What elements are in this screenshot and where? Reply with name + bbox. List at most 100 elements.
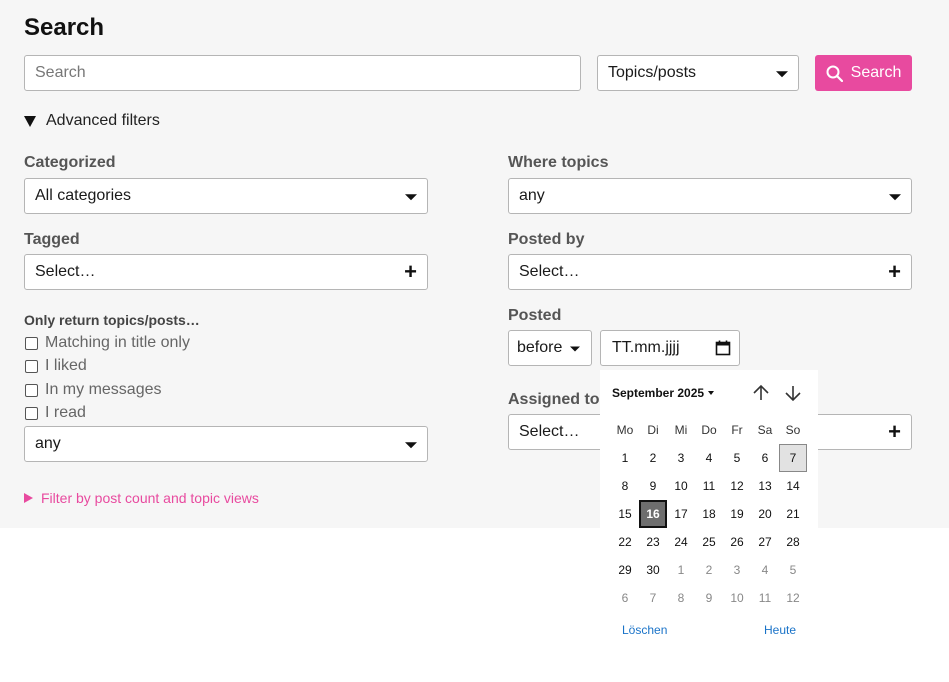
calendar-day[interactable]: 19 xyxy=(723,500,751,528)
posted-by-select[interactable]: Select… + xyxy=(508,254,912,290)
checkbox-label: I read xyxy=(45,404,86,421)
checkbox-box[interactable] xyxy=(25,383,38,397)
weekday-header: Do xyxy=(701,423,717,437)
where-topics-label: Where topics xyxy=(508,154,609,171)
calendar-day[interactable]: 22 xyxy=(611,528,639,556)
calendar-day[interactable]: 6 xyxy=(611,584,639,612)
search-icon xyxy=(826,65,843,82)
weekday-header: Mo xyxy=(616,423,634,437)
filter-post-count-link[interactable]: Filter by post count and topic views xyxy=(24,490,259,506)
calendar-day[interactable]: 21 xyxy=(779,500,807,528)
checkbox-liked[interactable]: I liked xyxy=(25,357,87,375)
date-placeholder: TT.mm.jjjj xyxy=(612,339,680,356)
checkbox-title-only[interactable]: Matching in title only xyxy=(25,334,190,352)
arrow-down-icon[interactable] xyxy=(783,383,803,403)
calendar-day[interactable]: 25 xyxy=(695,528,723,556)
calendar-day[interactable]: 24 xyxy=(667,528,695,556)
calendar-day[interactable]: 11 xyxy=(751,584,779,612)
search-button[interactable]: Search xyxy=(815,55,912,91)
chevron-down-icon xyxy=(708,391,715,395)
search-placeholder: Search xyxy=(35,64,86,81)
calendar-day[interactable]: 4 xyxy=(751,556,779,584)
tagged-label: Tagged xyxy=(24,231,80,248)
calendar-grid: Mo Di Mi Do Fr Sa So 1 2 3 4 5 6 7 8 9 10 11 12 13 14 15 16 17 1… xyxy=(611,416,807,612)
calendar-day[interactable]: 15 xyxy=(611,500,639,528)
month-year-selector[interactable]: September 2025 xyxy=(612,386,715,400)
plus-icon: + xyxy=(888,419,901,444)
calendar-day[interactable]: 5 xyxy=(779,556,807,584)
checkbox-read[interactable]: I read xyxy=(25,404,86,422)
weekday-header: Sa xyxy=(757,423,773,437)
search-input[interactable]: Search xyxy=(24,55,581,91)
calendar-day[interactable]: 2 xyxy=(695,556,723,584)
today-button[interactable]: Heute xyxy=(764,623,796,637)
calendar-day[interactable]: 16 xyxy=(639,500,667,528)
tags-select[interactable]: Select… + xyxy=(24,254,428,290)
calendar-day[interactable]: 12 xyxy=(723,472,751,500)
calendar-day[interactable]: 8 xyxy=(667,584,695,612)
search-type-value: Topics/posts xyxy=(608,64,697,81)
calendar-day[interactable]: 27 xyxy=(751,528,779,556)
search-type-select[interactable]: Topics/posts xyxy=(597,55,799,91)
triangle-right-icon xyxy=(24,493,33,503)
calendar-day[interactable]: 18 xyxy=(695,500,723,528)
calendar-day[interactable]: 2 xyxy=(639,444,667,472)
posted-by-value: Select… xyxy=(519,263,580,280)
advanced-filters-toggle[interactable]: Advanced filters xyxy=(24,112,160,130)
weekday-header: Mi xyxy=(674,423,688,437)
calendar-day[interactable]: 23 xyxy=(639,528,667,556)
status-value: any xyxy=(35,435,61,452)
chevron-down-icon xyxy=(889,194,901,201)
calendar-day[interactable]: 7 xyxy=(639,584,667,612)
calendar-day[interactable]: 9 xyxy=(695,584,723,612)
checkbox-box[interactable] xyxy=(25,359,38,373)
calendar-day[interactable]: 20 xyxy=(751,500,779,528)
calendar-day[interactable]: 9 xyxy=(639,472,667,500)
categorized-label: Categorized xyxy=(24,154,116,171)
posted-when-select[interactable]: before xyxy=(508,330,592,366)
calendar-day[interactable]: 8 xyxy=(611,472,639,500)
chevron-down-icon xyxy=(570,346,580,352)
only-return-label: Only return topics/posts… xyxy=(24,312,200,328)
calendar-day[interactable]: 12 xyxy=(779,584,807,612)
month-year-label: September 2025 xyxy=(612,386,705,400)
calendar-day[interactable]: 28 xyxy=(779,528,807,556)
calendar-day[interactable]: 10 xyxy=(723,584,751,612)
calendar-day[interactable]: 3 xyxy=(723,556,751,584)
status-select[interactable]: any xyxy=(24,426,428,462)
calendar-day[interactable]: 5 xyxy=(723,444,751,472)
calendar-day[interactable]: 26 xyxy=(723,528,751,556)
calendar-day[interactable]: 10 xyxy=(667,472,695,500)
calendar-day[interactable]: 13 xyxy=(751,472,779,500)
checkbox-box[interactable] xyxy=(25,336,38,350)
checkbox-box[interactable] xyxy=(25,406,38,420)
filter-link-label: Filter by post count and topic views xyxy=(41,490,259,506)
calendar-day[interactable]: 11 xyxy=(695,472,723,500)
category-select[interactable]: All categories xyxy=(24,178,428,214)
chevron-down-icon xyxy=(405,194,417,201)
where-topics-value: any xyxy=(519,187,545,204)
chevron-down-icon xyxy=(776,71,788,78)
calendar-day[interactable]: 1 xyxy=(611,444,639,472)
posted-by-label: Posted by xyxy=(508,231,585,248)
calendar-day[interactable]: 14 xyxy=(779,472,807,500)
calendar-day[interactable]: 30 xyxy=(639,556,667,584)
calendar-day[interactable]: 4 xyxy=(695,444,723,472)
calendar-day[interactable]: 17 xyxy=(667,500,695,528)
where-topics-select[interactable]: any xyxy=(508,178,912,214)
chevron-down-icon xyxy=(405,442,417,449)
clear-button[interactable]: Löschen xyxy=(622,623,667,637)
posted-label: Posted xyxy=(508,307,562,324)
page-title: Search xyxy=(24,14,105,41)
calendar-icon[interactable] xyxy=(715,340,731,356)
arrow-up-icon[interactable] xyxy=(751,383,771,403)
calendar-day[interactable]: 1 xyxy=(667,556,695,584)
calendar-day[interactable]: 3 xyxy=(667,444,695,472)
calendar-day[interactable]: 6 xyxy=(751,444,779,472)
date-input[interactable]: TT.mm.jjjj xyxy=(600,330,740,366)
tags-value: Select… xyxy=(35,263,96,280)
weekday-header: Di xyxy=(647,423,659,437)
calendar-day[interactable]: 7 xyxy=(779,444,807,472)
calendar-day[interactable]: 29 xyxy=(611,556,639,584)
checkbox-messages[interactable]: In my messages xyxy=(25,381,161,399)
